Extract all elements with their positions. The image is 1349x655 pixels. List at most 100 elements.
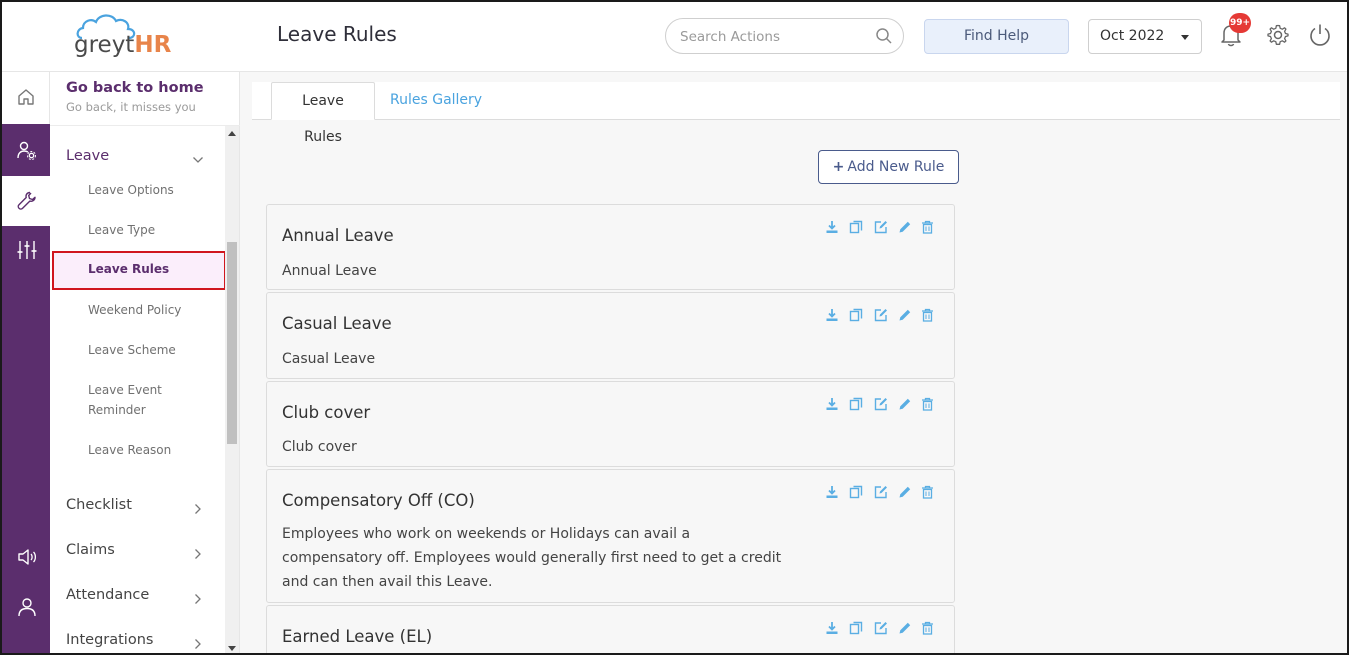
rail-people-settings[interactable] bbox=[2, 126, 50, 176]
trash-icon[interactable] bbox=[921, 484, 934, 503]
rule-card[interactable]: Compensatory Off (CO) Employees who work … bbox=[266, 469, 955, 603]
copy-icon[interactable] bbox=[849, 307, 863, 326]
rail-tools[interactable] bbox=[2, 176, 50, 226]
edit-box-icon[interactable] bbox=[874, 484, 888, 503]
pencil-icon[interactable] bbox=[898, 396, 912, 415]
side-menu: Go back to home Go back, it misses you L… bbox=[50, 72, 240, 653]
download-icon[interactable] bbox=[825, 396, 839, 415]
greythr-logo[interactable]: greytHR bbox=[74, 12, 186, 60]
notification-badge[interactable]: 99+ bbox=[1229, 13, 1251, 33]
copy-icon[interactable] bbox=[849, 219, 863, 238]
month-select-value: Oct 2022 bbox=[1100, 28, 1165, 44]
chevron-right-icon[interactable] bbox=[193, 500, 203, 519]
tab-leave-rules[interactable]: Leave Rules bbox=[271, 82, 375, 145]
user-settings-icon bbox=[17, 141, 36, 160]
menu-attendance[interactable]: Attendance bbox=[66, 587, 149, 603]
rule-description: Employees who work on weekends or Holida… bbox=[282, 526, 782, 590]
wrench-icon bbox=[17, 191, 36, 210]
submenu-leave-reason[interactable]: Leave Reason bbox=[88, 440, 218, 460]
scrollbar-thumb[interactable] bbox=[227, 242, 237, 444]
menu-integrations[interactable]: Integrations bbox=[66, 632, 153, 648]
submenu-weekend-policy[interactable]: Weekend Policy bbox=[88, 300, 218, 320]
icon-rail bbox=[2, 72, 50, 653]
search-box[interactable] bbox=[665, 18, 904, 54]
rule-title: Compensatory Off (CO) bbox=[282, 491, 475, 510]
submenu-leave-options[interactable]: Leave Options bbox=[88, 180, 218, 200]
home-icon bbox=[18, 89, 34, 105]
tab-bar: Leave Rules Rules Gallery bbox=[252, 82, 1340, 145]
rail-profile[interactable] bbox=[2, 582, 50, 632]
rule-title: Earned Leave (EL) bbox=[282, 627, 433, 646]
rule-title: Club cover bbox=[282, 403, 371, 422]
menu-section-leave[interactable]: Leave bbox=[66, 148, 109, 164]
rule-description: Club cover bbox=[282, 439, 357, 455]
chevron-right-icon[interactable] bbox=[193, 635, 203, 653]
submenu-leave-type[interactable]: Leave Type bbox=[88, 220, 218, 240]
copy-icon[interactable] bbox=[849, 484, 863, 503]
rule-title: Annual Leave bbox=[282, 226, 394, 245]
sliders-icon bbox=[17, 241, 37, 259]
scroll-up-arrow-icon[interactable] bbox=[228, 131, 236, 136]
download-icon[interactable] bbox=[825, 620, 839, 639]
power-icon[interactable] bbox=[1307, 22, 1333, 52]
go-back-home-link[interactable]: Go back to home Go back, it misses you bbox=[50, 72, 240, 126]
speaker-icon bbox=[18, 549, 37, 565]
edit-box-icon[interactable] bbox=[874, 219, 888, 238]
search-input[interactable] bbox=[680, 27, 870, 47]
copy-icon[interactable] bbox=[849, 620, 863, 639]
trash-icon[interactable] bbox=[921, 620, 934, 639]
search-icon[interactable] bbox=[875, 27, 893, 49]
app-window: greytHR Leave Rules Find Help Oct 2022 9… bbox=[0, 0, 1349, 655]
rule-description: Casual Leave bbox=[282, 351, 376, 367]
download-icon[interactable] bbox=[825, 307, 839, 326]
edit-box-icon[interactable] bbox=[874, 620, 888, 639]
menu-checklist[interactable]: Checklist bbox=[66, 497, 132, 513]
go-home-title: Go back to home bbox=[66, 80, 204, 96]
menu-claims[interactable]: Claims bbox=[66, 542, 115, 558]
rule-description: Annual Leave bbox=[282, 263, 377, 279]
scroll-down-arrow-icon[interactable] bbox=[228, 646, 236, 651]
page-title: Leave Rules bbox=[277, 22, 397, 46]
download-icon[interactable] bbox=[825, 484, 839, 503]
trash-icon[interactable] bbox=[921, 307, 934, 326]
chevron-right-icon[interactable] bbox=[193, 545, 203, 564]
pencil-icon[interactable] bbox=[898, 620, 912, 639]
submenu-leave-event-reminder[interactable]: Leave Event Reminder bbox=[88, 380, 198, 420]
chevron-right-icon[interactable] bbox=[193, 590, 203, 609]
edit-box-icon[interactable] bbox=[874, 307, 888, 326]
add-new-rule-label: Add New Rule bbox=[847, 159, 945, 175]
user-icon bbox=[18, 598, 36, 617]
rail-configuration[interactable] bbox=[2, 226, 50, 276]
rail-home[interactable] bbox=[2, 72, 50, 124]
pencil-icon[interactable] bbox=[898, 219, 912, 238]
submenu-leave-rules[interactable]: Leave Rules bbox=[52, 251, 226, 290]
go-home-subtitle: Go back, it misses you bbox=[66, 100, 196, 114]
rule-card[interactable]: Annual Leave Annual Leave bbox=[266, 204, 955, 290]
trash-icon[interactable] bbox=[921, 396, 934, 415]
rule-title: Casual Leave bbox=[282, 314, 392, 333]
tab-rules-gallery[interactable]: Rules Gallery bbox=[378, 82, 494, 120]
top-header: greytHR Leave Rules Find Help Oct 2022 9… bbox=[2, 2, 1347, 72]
logo-part-hr: HR bbox=[134, 32, 172, 58]
rule-card[interactable]: Earned Leave (EL) bbox=[266, 605, 955, 653]
add-new-rule-button[interactable]: + Add New Rule bbox=[818, 150, 959, 184]
rule-card[interactable]: Casual Leave Casual Leave bbox=[266, 292, 955, 379]
copy-icon[interactable] bbox=[849, 396, 863, 415]
download-icon[interactable] bbox=[825, 219, 839, 238]
rule-card[interactable]: Club cover Club cover bbox=[266, 381, 955, 467]
edit-box-icon[interactable] bbox=[874, 396, 888, 415]
pencil-icon[interactable] bbox=[898, 307, 912, 326]
submenu-leave-rules-label: Leave Rules bbox=[88, 262, 170, 276]
pencil-icon[interactable] bbox=[898, 484, 912, 503]
trash-icon[interactable] bbox=[921, 219, 934, 238]
month-select[interactable]: Oct 2022 bbox=[1088, 19, 1202, 54]
gear-icon[interactable] bbox=[1266, 23, 1290, 51]
find-help-button[interactable]: Find Help bbox=[924, 19, 1069, 54]
plus-icon: + bbox=[832, 159, 845, 175]
submenu-leave-scheme[interactable]: Leave Scheme bbox=[88, 340, 218, 360]
side-menu-scrollbar[interactable] bbox=[225, 126, 239, 653]
rail-announcements[interactable] bbox=[2, 532, 50, 582]
caret-down-icon bbox=[1181, 35, 1189, 40]
logo-part-greyt: greyt bbox=[74, 32, 135, 58]
chevron-down-icon[interactable] bbox=[192, 151, 204, 170]
